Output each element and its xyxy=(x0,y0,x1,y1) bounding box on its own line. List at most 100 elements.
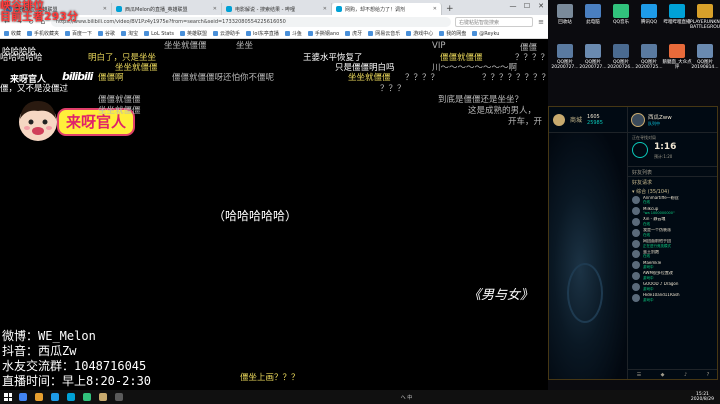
bookmark-item[interactable]: 我的网盘 xyxy=(439,30,466,37)
bookmark-item[interactable]: @Reyku xyxy=(472,31,499,37)
bookmark-label: 网易云音乐 xyxy=(375,31,401,37)
maximize-icon[interactable]: ☐ xyxy=(520,0,534,12)
desktop-icon[interactable]: QQ图片20200726... xyxy=(606,44,636,70)
tab-close-icon[interactable]: ✕ xyxy=(213,6,217,12)
mission-icon[interactable]: ◆ xyxy=(661,372,665,378)
taskbar-app-icon[interactable] xyxy=(32,391,46,403)
friend-requests[interactable]: 好友请求 xyxy=(628,177,717,186)
friend-item[interactable]: AWM很多位置改 游戏中 xyxy=(628,271,717,282)
bookmark-item[interactable]: 手撕钢ano xyxy=(307,30,339,37)
tab-close-icon[interactable]: ✕ xyxy=(433,6,437,12)
taskbar-app-icon[interactable] xyxy=(64,391,78,403)
bookmark-icon xyxy=(368,31,374,36)
tab-close-icon[interactable]: ✕ xyxy=(323,6,327,12)
clock-date: 2020/8/29 xyxy=(690,397,714,402)
friend-item[interactable]: Annmartiffe一粉丝 在线 xyxy=(628,195,717,206)
taskbar-app-icon[interactable] xyxy=(16,391,30,403)
weibo-info: 微博：WE_Melon xyxy=(2,329,96,343)
bookmark-label: 收藏 xyxy=(11,31,22,37)
menu-icon[interactable]: ≡ xyxy=(537,18,545,26)
bookmark-item[interactable]: 淘宝 xyxy=(121,30,138,37)
danmaku-comment: 坐坐就僵僵 xyxy=(115,63,158,73)
friend-item[interactable]: 蛮王别跑 在线 xyxy=(628,249,717,260)
bookmark-item[interactable]: lol东亭直播 xyxy=(246,30,279,37)
clock[interactable]: 15:21 2020/8/29 xyxy=(691,392,718,402)
friend-avatar xyxy=(632,207,640,216)
profile-card[interactable]: 西瓜Zww 队列中 xyxy=(628,107,717,133)
friend-status: 在线 xyxy=(643,221,650,226)
queue-label: 正在寻找对局 xyxy=(632,135,656,140)
bookmark-item[interactable]: 网易云音乐 xyxy=(368,30,400,37)
browser-tab[interactable]: 西瓜Melon的直播_英雄联盟 ✕ xyxy=(112,3,222,15)
desktop-icon-label: 哔哩哔哩直播 xyxy=(663,20,691,25)
new-tab-icon[interactable]: + xyxy=(442,3,458,15)
search-input[interactable]: 右键粘贴智能搜索 xyxy=(455,17,533,27)
bookmark-item[interactable]: 英雄联盟 xyxy=(179,30,207,37)
friend-item[interactable]: Hide10and11Rash 游戏中 xyxy=(628,292,717,303)
desktop-icon[interactable]: 此电脑 xyxy=(578,4,608,25)
desktop-icon[interactable]: PLAYERUNKNOWN'S BATTLEGROUNDS xyxy=(690,4,720,30)
league-logo-icon[interactable] xyxy=(553,113,565,126)
bookmark-label: 百度一下 xyxy=(72,31,93,37)
desktop-icon[interactable]: 回收站 xyxy=(550,4,580,25)
system-tray[interactable]: へ 中 xyxy=(401,394,417,401)
browser-tab[interactable]: 网购，却不想给力了！调剂 ✕ xyxy=(332,3,442,15)
taskbar-app-icon[interactable] xyxy=(96,391,110,403)
start-button[interactable] xyxy=(2,391,14,403)
friend-item[interactable]: Milkcup "wa 1000000000" xyxy=(628,206,717,217)
friend-item[interactable]: 我是一个伪装派 在线 xyxy=(628,227,717,238)
bookmark-item[interactable]: 虎牙 xyxy=(345,30,362,37)
bookmark-item[interactable]: 收藏 xyxy=(4,30,21,37)
danmaku-comment: 坐坐就僵僵 xyxy=(348,73,391,83)
friend-item[interactable]: GOOOD ♪ Dragon 游戏中 xyxy=(628,281,717,292)
danmaku-comment: ？？？？ xyxy=(405,73,440,83)
desktop-icon-label: 此电脑 xyxy=(586,20,600,25)
url-input[interactable]: https://www.bilibili.com/video/BV1Pz4y19… xyxy=(51,17,451,27)
friend-item[interactable]: Xin - 静云魂 在线 xyxy=(628,217,717,228)
taskbar-app-icon[interactable] xyxy=(80,391,94,403)
taskbar-app-icon[interactable] xyxy=(112,391,126,403)
help-icon[interactable]: ? xyxy=(707,372,710,378)
nav-shop[interactable]: 商城 xyxy=(570,115,582,124)
avatar[interactable] xyxy=(631,112,645,127)
desktop-icon[interactable]: 鹅腿面_大众点评 xyxy=(662,44,692,70)
video-player[interactable]: 来呀官人 bilibili 来呀官人 哈哈哈哈 坐坐就僵僵 坐坐 VIP 僵僵 哈哈哈哈哈… xyxy=(0,39,548,390)
bookmark-item[interactable]: 谷歌 xyxy=(98,30,115,37)
desktop-icon[interactable]: QQ图片20200727... xyxy=(578,44,608,70)
friend-avatar xyxy=(632,196,640,205)
friend-item[interactable]: 网团面前他手团 正在进行竞技模式 xyxy=(628,238,717,249)
file-icon xyxy=(697,44,713,58)
tab-title: 西瓜Melon的直播_英雄联盟 xyxy=(125,6,188,13)
voice-icon[interactable]: ♪ xyxy=(684,372,687,378)
bookmark-item[interactable]: LoL Stats xyxy=(144,31,174,37)
bookmark-label: lol东亭直播 xyxy=(253,31,279,37)
tab-close-icon[interactable]: ✕ xyxy=(103,6,107,12)
desktop-icon[interactable]: QQ音乐 xyxy=(606,4,636,25)
bookmark-item[interactable]: 云游助手 xyxy=(213,30,240,37)
bookmark-label: 我的网盘 xyxy=(446,31,467,37)
chat-icon[interactable]: ☰ xyxy=(637,372,641,378)
minimize-icon[interactable]: — xyxy=(506,0,520,12)
desktop-icon[interactable]: 腾讯QQ xyxy=(634,4,664,25)
friend-item[interactable]: Maemkle 游戏中 xyxy=(628,260,717,271)
queue-icon[interactable] xyxy=(632,142,648,158)
friend-avatar xyxy=(632,217,640,226)
taskbar-app-icon[interactable] xyxy=(48,391,62,403)
desktop-icon-label: PLAYERUNKNOWN'S BATTLEGROUNDS xyxy=(690,20,720,30)
desktop-icon[interactable]: QQ图片20200725... xyxy=(634,44,664,70)
desktop-icon[interactable]: QQ图片20190814... xyxy=(690,44,720,70)
close-icon[interactable]: ✕ xyxy=(534,0,548,12)
currency-display[interactable]: 1605 25985 xyxy=(587,114,603,126)
desktop-icon[interactable]: QQ图片20200727... xyxy=(550,44,580,70)
bookmark-icon xyxy=(246,31,252,36)
danmaku-comment: 僵僵啊 xyxy=(98,73,124,83)
bookmark-item[interactable]: 手机收藏夹 xyxy=(27,30,59,37)
friend-group[interactable]: ▾ 综合 (35/104) xyxy=(628,186,717,195)
friend-status: 游戏中 xyxy=(643,297,654,302)
bookmark-item[interactable]: 斗鱼 xyxy=(284,30,302,37)
bookmark-item[interactable]: 百度一下 xyxy=(65,30,92,37)
danmaku-comment: ？？？？ xyxy=(515,53,548,63)
desktop-icon[interactable]: 哔哩哔哩直播 xyxy=(662,4,692,25)
browser-tab[interactable]: 电影解说 - 搜索结果 - 哔哩 ✕ xyxy=(222,3,332,15)
bookmark-item[interactable]: 游戏中心 xyxy=(406,30,433,37)
